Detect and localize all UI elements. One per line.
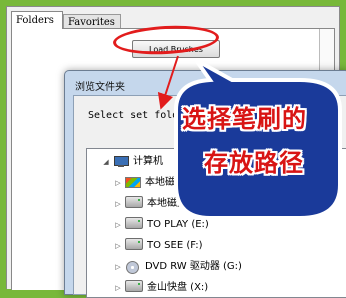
collapse-arrow-icon[interactable]: ▷ xyxy=(113,216,123,234)
tree-item-label: DVD RW 驱动器 (G:) xyxy=(145,261,242,272)
tree-item-drive-f[interactable]: ▷ TO SEE (F:) xyxy=(113,237,202,255)
tree-item-label: 金山快盘 (X:) xyxy=(147,282,209,293)
drive-icon xyxy=(125,196,143,208)
tree-item-drive-x[interactable]: ▷ 金山快盘 (X:) xyxy=(113,279,208,297)
dialog-title: 浏览文件夹 xyxy=(75,82,125,93)
tree-item-label: TO PLAY (E:) xyxy=(147,219,209,230)
collapse-arrow-icon[interactable]: ▷ xyxy=(113,279,123,297)
tree-item-drive-d[interactable]: ▷ 本地磁盘 (D:) xyxy=(113,195,209,213)
collapse-arrow-icon[interactable]: ▷ xyxy=(113,258,123,276)
collapse-arrow-icon[interactable]: ▷ xyxy=(113,195,123,213)
computer-icon xyxy=(113,156,129,167)
tree-item-label: 计算机 xyxy=(133,156,163,167)
tree-item-drive-e[interactable]: ▷ TO PLAY (E:) xyxy=(113,216,209,234)
tree-item-drive-c[interactable]: ▷ 本地磁盘 (C:) xyxy=(113,174,206,192)
dvd-icon xyxy=(125,261,141,274)
tab-folders[interactable]: Folders xyxy=(11,11,63,29)
tree-item-label: 本地磁盘 (C:) xyxy=(145,177,207,188)
collapse-arrow-icon[interactable]: ▷ xyxy=(113,174,123,192)
tree-item-label: TO SEE (F:) xyxy=(147,240,203,251)
callout-text-line-1: 选择笔刷的 xyxy=(182,104,307,133)
tab-favorites[interactable]: Favorites xyxy=(63,14,121,29)
drive-icon xyxy=(125,238,143,250)
collapse-arrow-icon[interactable]: ▷ xyxy=(113,237,123,255)
drive-icon xyxy=(125,217,143,229)
tree-item-computer[interactable]: ◢ 计算机 xyxy=(101,153,163,171)
tree-item-label: 本地磁盘 (D:) xyxy=(147,198,210,209)
dialog-prompt: Select set folder xyxy=(88,110,191,121)
callout-text-line-2: 存放路径 xyxy=(204,148,304,177)
drive-icon xyxy=(125,280,143,292)
tree-item-drive-g[interactable]: ▷ DVD RW 驱动器 (G:) xyxy=(113,258,242,276)
expand-arrow-icon[interactable]: ◢ xyxy=(101,153,111,171)
windows-drive-icon xyxy=(125,177,141,188)
